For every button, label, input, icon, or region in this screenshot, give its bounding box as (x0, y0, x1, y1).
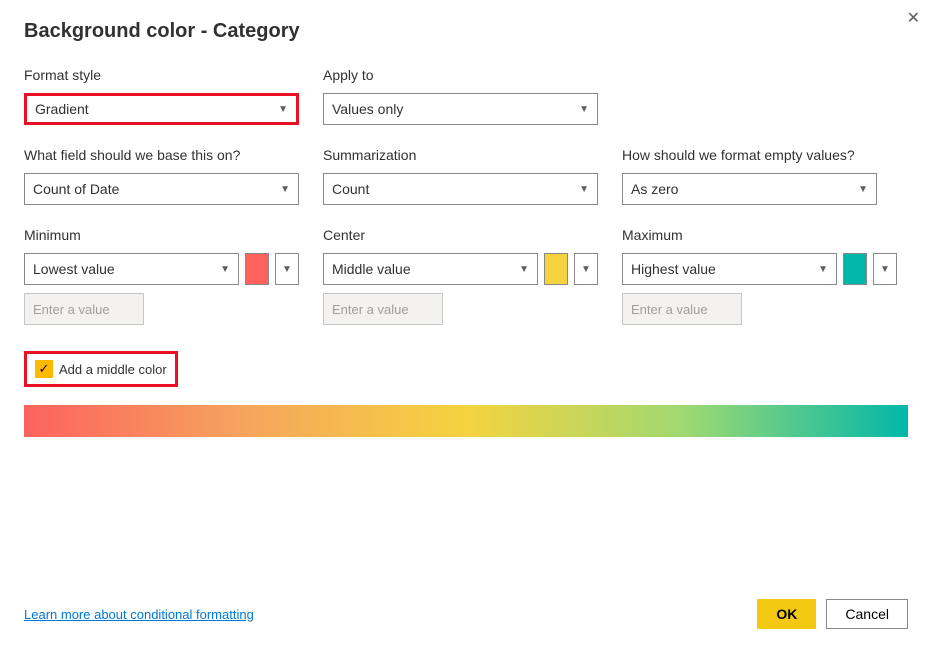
format-style-select[interactable]: Gradient ▼ (24, 93, 299, 125)
minimum-value: Lowest value (33, 261, 115, 277)
center-value: Middle value (332, 261, 411, 277)
summarization-select[interactable]: Count ▼ (323, 173, 598, 205)
learn-more-link[interactable]: Learn more about conditional formatting (24, 607, 254, 622)
center-select[interactable]: Middle value ▼ (323, 253, 538, 285)
chevron-down-icon: ▼ (818, 264, 828, 275)
maximum-color-swatch[interactable] (843, 253, 867, 285)
maximum-color-chevron[interactable]: ▼ (873, 253, 897, 285)
chevron-down-icon: ▼ (280, 184, 290, 195)
summarization-label: Summarization (323, 147, 598, 163)
center-value-input[interactable] (323, 293, 443, 325)
close-icon[interactable]: ✕ (907, 8, 920, 28)
minimum-color-chevron[interactable]: ▼ (275, 253, 299, 285)
maximum-value-input[interactable] (622, 293, 742, 325)
base-field-select[interactable]: Count of Date ▼ (24, 173, 299, 205)
minimum-select[interactable]: Lowest value ▼ (24, 253, 239, 285)
chevron-down-icon: ▼ (579, 104, 589, 115)
apply-to-label: Apply to (323, 67, 598, 83)
maximum-value: Highest value (631, 261, 716, 277)
gradient-preview (24, 405, 908, 437)
add-middle-color-label: Add a middle color (59, 362, 167, 377)
empty-values-select[interactable]: As zero ▼ (622, 173, 877, 205)
ok-button[interactable]: OK (757, 599, 816, 629)
base-field-value: Count of Date (33, 181, 119, 197)
chevron-down-icon: ▼ (220, 264, 230, 275)
chevron-down-icon: ▼ (519, 264, 529, 275)
apply-to-value: Values only (332, 101, 403, 117)
center-color-chevron[interactable]: ▼ (574, 253, 598, 285)
chevron-down-icon: ▼ (278, 104, 288, 115)
chevron-down-icon: ▼ (858, 184, 868, 195)
minimum-value-input[interactable] (24, 293, 144, 325)
add-middle-color-checkbox[interactable]: ✓ (35, 360, 53, 378)
maximum-label: Maximum (622, 227, 897, 243)
maximum-select[interactable]: Highest value ▼ (622, 253, 837, 285)
apply-to-select[interactable]: Values only ▼ (323, 93, 598, 125)
dialog-title: Background color - Category (24, 20, 908, 43)
minimum-label: Minimum (24, 227, 299, 243)
chevron-down-icon: ▼ (579, 184, 589, 195)
center-label: Center (323, 227, 598, 243)
base-field-label: What field should we base this on? (24, 147, 299, 163)
center-color-swatch[interactable] (544, 253, 568, 285)
format-style-value: Gradient (35, 101, 89, 117)
empty-values-label: How should we format empty values? (622, 147, 877, 163)
format-style-label: Format style (24, 67, 299, 83)
summarization-value: Count (332, 181, 369, 197)
empty-values-value: As zero (631, 181, 678, 197)
minimum-color-swatch[interactable] (245, 253, 269, 285)
cancel-button[interactable]: Cancel (826, 599, 908, 629)
